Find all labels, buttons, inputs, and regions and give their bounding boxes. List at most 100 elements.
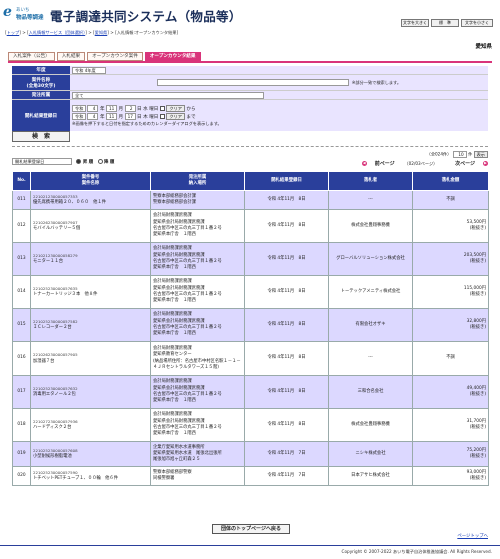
row-no: 015 bbox=[12, 308, 31, 342]
breadcrumb-service-link[interactable]: 入札情報サービス（団体選択） bbox=[29, 30, 86, 35]
breadcrumb-top-link[interactable]: トップ bbox=[7, 30, 20, 35]
org-line: 愛知県本庁舎 １階西 bbox=[153, 331, 196, 337]
per-page-select[interactable]: 10 bbox=[452, 151, 467, 158]
from-day-input[interactable]: 2 bbox=[124, 104, 136, 112]
tab-open-counter-results[interactable]: オープンカウンタ結果 bbox=[144, 52, 201, 61]
org-line: 尾張旭市旭ヶ丘町森２５ bbox=[153, 457, 201, 463]
org-cell: 会計局財務課庶務課 愛知県会計局財務課庶務課 名古屋市中区三の丸三丁目１番２号 愛知県… bbox=[150, 275, 245, 309]
case-cell: 221027230000057936 ハードディスク２台 bbox=[30, 408, 151, 442]
page-top-link[interactable]: ページトップへ bbox=[457, 533, 488, 539]
to-calendar-icon[interactable] bbox=[159, 113, 165, 119]
table-row: 016 221026230000057905 加湿器７台 会計局財務課庶務課 愛知県教育… bbox=[12, 341, 489, 376]
to-day-input[interactable]: 17 bbox=[124, 112, 136, 120]
case-name-input[interactable] bbox=[156, 79, 349, 86]
to-month-input[interactable]: 11 bbox=[106, 112, 118, 120]
th-org: 発注所属 納入場所 bbox=[150, 171, 245, 191]
amount-line: (税抜き) bbox=[469, 454, 486, 459]
case-cell: 221025230000057590 トチベットPETチューブ１、００輪 他６件 bbox=[30, 466, 151, 486]
table-row: 019 221025230000057608 小型耐候形樹脂電池 企業庁愛知用水水道事… bbox=[12, 441, 489, 467]
from-month-input[interactable]: 11 bbox=[106, 104, 118, 112]
from-calendar-icon[interactable] bbox=[159, 105, 165, 111]
from-dow: 水 bbox=[143, 106, 148, 112]
winner-cell: 株式会社豊翔事務機 bbox=[328, 408, 413, 442]
case-name-link[interactable]: 加湿器７台 bbox=[33, 359, 148, 365]
case-name-link[interactable]: モバイルバッテリー５個 bbox=[33, 226, 148, 232]
case-cell: 221025230000057635 トナーカートリッジ３本 他８件 bbox=[30, 275, 151, 309]
tab-underline bbox=[8, 61, 492, 63]
next-page-link[interactable]: 次ページ ▶ bbox=[447, 161, 488, 167]
form-row-year: 年度 令和 4年度 bbox=[12, 66, 488, 75]
winner-cell: --- bbox=[328, 190, 413, 210]
date-cell: 令和 4年11月 8日 bbox=[244, 242, 329, 276]
to-clear-button[interactable]: クリア bbox=[166, 112, 185, 120]
case-name-link[interactable]: モニター１１台 bbox=[33, 259, 148, 265]
row-no: 014 bbox=[12, 275, 31, 309]
system-title: 電子調達共同システム（物品等） bbox=[50, 9, 242, 24]
winner-cell: 日本アサヒ株式会社 bbox=[328, 466, 413, 486]
org-line: 愛知県本庁舎 １階西 bbox=[153, 398, 196, 404]
row-no: 011 bbox=[12, 190, 31, 210]
case-name-link[interactable]: トナーカートリッジ３本 他８件 bbox=[33, 292, 148, 298]
amount-line: (税抜き) bbox=[469, 476, 486, 481]
amount-cell: 32,800円 (税抜き) bbox=[412, 308, 489, 342]
results-table: No. 案件番号 案件名称 発注所属 納入場所 開札結果登録日 落札者 落札金額 0… bbox=[12, 171, 489, 486]
amount-cell: 不調 bbox=[412, 341, 489, 376]
case-name-link[interactable]: ハードディスク２台 bbox=[33, 425, 148, 431]
case-name-link[interactable]: ＩＣレコーダー２台 bbox=[33, 325, 148, 331]
winner-cell: 三和合名会社 bbox=[328, 375, 413, 409]
name-sublabel: (全角30文字) bbox=[26, 83, 56, 89]
from-year-input[interactable]: 4 bbox=[87, 104, 99, 112]
date-from-row: 令和 4 年 11 月 2 日 水 曜日 クリア から bbox=[72, 104, 486, 112]
case-name-link[interactable]: 優先席携帯用箱２０、０６０ 他１件 bbox=[33, 200, 148, 206]
to-dow: 木 bbox=[143, 114, 148, 120]
year-label: 年度 bbox=[12, 66, 70, 74]
sort-asc-radio[interactable] bbox=[76, 159, 82, 164]
site-logo[interactable]: e あいち 物品等調達 bbox=[3, 5, 46, 22]
tab-open-counter-cases[interactable]: オープンカウンタ案件 bbox=[87, 52, 143, 61]
logo-mark: e bbox=[3, 4, 12, 20]
year-select[interactable]: 令和 4年度 bbox=[72, 66, 106, 74]
table-row: 012 221026230000057907 モバイルバッテリー５個 会計局財務課庶務… bbox=[12, 209, 489, 243]
divider bbox=[12, 146, 488, 147]
table-row: 018 221027230000057936 ハードディスク２台 会計局財務課庶務課愛… bbox=[12, 408, 489, 442]
case-cell: 221021230000058279 モニター１１台 bbox=[30, 242, 151, 276]
amount-cell: 53,500円 (税抜き) bbox=[412, 209, 489, 243]
display-button[interactable]: 表示 bbox=[473, 151, 488, 158]
case-name-link[interactable]: 小型耐候形樹脂電池 bbox=[33, 454, 148, 460]
amount-line: (税抜き) bbox=[469, 259, 486, 264]
breadcrumb-aichi-link[interactable]: 愛知県 bbox=[95, 30, 108, 35]
tab-bar: 入札案件（公告） 入札結果 オープンカウンタ案件 オープンカウンタ結果 bbox=[8, 52, 201, 61]
amount-line: (税抜き) bbox=[469, 392, 486, 397]
org-label: 発注所属 bbox=[12, 91, 70, 99]
org-cell: 会計局財務課庶務課 愛知県会計局財務課庶務課 名古屋市中区三の丸三丁目１番２号 愛知県… bbox=[150, 308, 245, 342]
sort-desc-radio[interactable] bbox=[97, 159, 103, 164]
case-cell: 221025230000057608 小型耐候形樹脂電池 bbox=[30, 441, 151, 467]
calendar-hint: ※画像を押下すると日付を指定するためのカレンダーダイアログを表示します。 bbox=[72, 120, 222, 126]
amount-cell: 93,000円 (税抜き) bbox=[412, 466, 489, 486]
search-button[interactable]: 検 索 bbox=[12, 131, 70, 142]
row-no: 016 bbox=[12, 341, 31, 376]
org-line: (納品場所住所：名古屋市中村区名駅１－１－４ＪＲセントラルタワーズ１５階) bbox=[153, 358, 241, 370]
date-cell: 令和 4年11月 8日 bbox=[244, 408, 329, 442]
prev-page-link[interactable]: ◀ 前ページ bbox=[354, 161, 395, 167]
font-small-button[interactable]: 文字を小さく bbox=[461, 19, 493, 27]
case-name-link[interactable]: 消毒用エタノール２包 bbox=[33, 392, 148, 398]
org-select[interactable]: 全て bbox=[72, 91, 264, 99]
to-year-input[interactable]: 4 bbox=[87, 112, 99, 120]
from-clear-button[interactable]: クリア bbox=[166, 104, 185, 112]
font-large-button[interactable]: 文字を大きく bbox=[401, 19, 429, 27]
tab-bid-cases[interactable]: 入札案件（公告） bbox=[8, 52, 55, 61]
amount-cell: 115,000円 (税抜き) bbox=[412, 275, 489, 309]
font-standard-button[interactable]: 標 準 bbox=[431, 19, 459, 27]
sort-field-select[interactable]: 開札結果登録日 bbox=[12, 158, 72, 165]
to-era-select[interactable]: 令和 bbox=[72, 112, 86, 120]
row-no: 020 bbox=[12, 466, 31, 486]
back-to-top-button[interactable]: 団体のトップページへ戻る bbox=[212, 524, 290, 534]
row-no: 013 bbox=[12, 242, 31, 276]
tab-bid-results[interactable]: 入札結果 bbox=[56, 52, 86, 61]
breadcrumb-current: 入札情報:オープンカウンタ結果 bbox=[116, 30, 177, 35]
pager-info: （全024件） 10 件 表示 bbox=[427, 151, 488, 158]
case-name-link[interactable]: トチベットPETチューブ１、００輪 他６件 bbox=[33, 476, 148, 482]
from-era-select[interactable]: 令和 bbox=[72, 104, 86, 112]
amount-cell: 31,700円 (税抜き) bbox=[412, 408, 489, 442]
